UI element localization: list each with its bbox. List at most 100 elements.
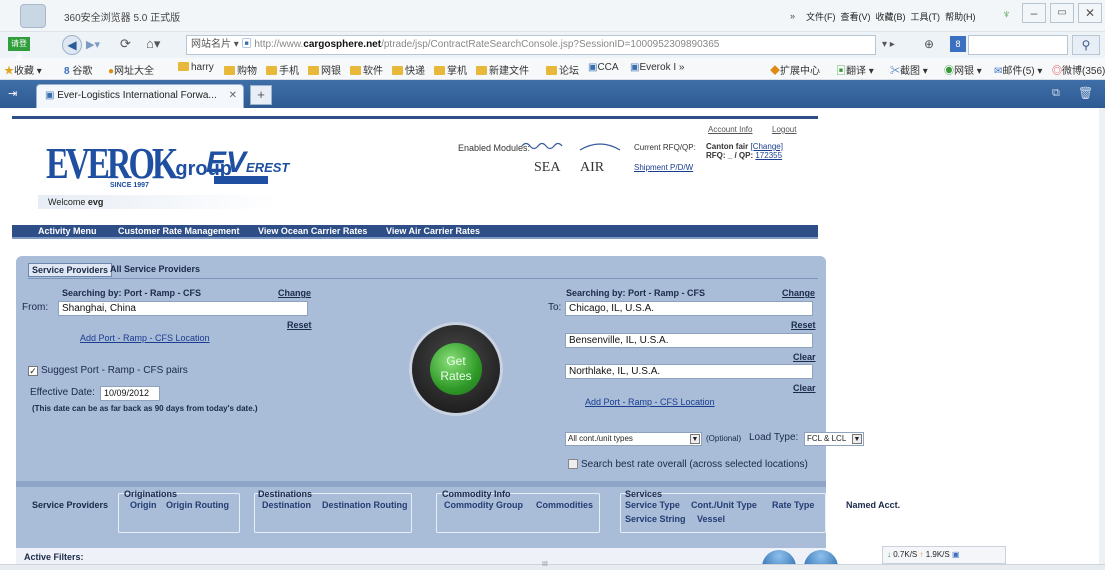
url-field[interactable]: 网站名片 ▾ ▣ http://www.cargosphere.net/ptra… [186,35,876,55]
home-icon[interactable]: ⌂▾ [146,36,160,52]
from-reset-link[interactable]: Reset [287,320,312,330]
filter-origin-routing[interactable]: Origin Routing [166,500,229,510]
everok-logo[interactable]: EVEROKgroup [46,140,232,188]
tab-service-providers[interactable]: Service Providers [28,263,113,277]
menu-more-icon[interactable]: » [790,11,795,21]
filter-service-providers[interactable]: Service Providers [32,500,108,510]
filter-origin[interactable]: Origin [130,500,157,510]
trash-icon[interactable]: 🗑 [1078,86,1093,100]
add-destination-location-link[interactable]: Add Port - Ramp - CFS Location [585,397,715,407]
add-origin-location-link[interactable]: Add Port - Ramp - CFS Location [80,333,210,343]
to-input-3[interactable]: Northlake, IL, U.S.A. [565,364,813,379]
translate-tool[interactable]: ▣翻译 ▾ [836,62,874,77]
minimize-button[interactable]: – [1022,3,1046,23]
tab-underline [28,278,818,279]
cont-type-select[interactable]: All cont./unit types ▼ [565,432,702,446]
filter-rate-type[interactable]: Rate Type [772,500,814,510]
screenshot-tool[interactable]: ✂截图 ▾ [890,62,928,77]
to-input-2[interactable]: Bensenville, IL, U.S.A. [565,333,813,348]
tab-close-icon[interactable]: ✕ [229,85,237,107]
folder-icon [434,66,445,75]
search-input[interactable] [968,35,1068,55]
fav-handheld[interactable]: 掌机 [434,62,467,77]
fav-newfile[interactable]: 新建文件 [476,62,529,77]
clear-link-3[interactable]: Clear [793,383,816,393]
back-button[interactable]: ◀ [62,35,82,55]
qp-link[interactable]: 172355 [755,151,782,160]
fav-bank[interactable]: 网银 [308,62,341,77]
menu-tools[interactable]: 工具(T) [911,12,941,22]
fav-harry[interactable]: harry [178,62,214,73]
filter-destination[interactable]: Destination [262,500,311,510]
fav-forum[interactable]: 论坛 [546,62,579,77]
load-type-select[interactable]: FCL & LCL ▼ [804,432,864,446]
rfq-change-link[interactable]: [Change] [750,142,782,151]
search-icon[interactable]: ⚲ [1072,35,1100,55]
close-button[interactable]: ✕ [1078,3,1102,23]
skin-icon[interactable]: ♆ [1002,7,1011,21]
extension-center[interactable]: ◆扩展中心 [770,62,820,77]
fav-everok[interactable]: ▣Everok I » [630,62,684,73]
best-rate-checkbox[interactable] [568,459,578,469]
weibo-tool[interactable]: ◎微博(356) [1052,62,1105,77]
nav-air-rates[interactable]: View Air Carrier Rates [386,226,480,236]
forward-button[interactable]: ▶▾ [86,38,100,51]
filter-commodity-group-item[interactable]: Commodity Group [444,500,523,510]
shield-icon[interactable]: ⊕ [924,37,934,51]
filter-destination-routing[interactable]: Destination Routing [322,500,408,510]
to-input-1[interactable]: Chicago, IL, U.S.A. [565,301,813,316]
restore-tabs-icon[interactable]: ⧉ [1052,87,1060,100]
nav-activity-menu[interactable]: Activity Menu [38,226,97,236]
fav-shopping[interactable]: 购物 [224,62,257,77]
filter-named-acct[interactable]: Named Acct. [846,500,900,510]
fav-portal[interactable]: ●网址大全 [108,62,154,77]
fav-cca[interactable]: ▣CCA [588,62,619,73]
refresh-icon[interactable]: ⟳ [120,36,131,52]
shipment-link[interactable]: Shipment P/D/W [634,163,693,172]
commodity-title: Commodity Info [442,489,511,499]
to-change-link[interactable]: Change [782,288,815,298]
menu-view[interactable]: 查看(V) [841,12,871,22]
fav-phone[interactable]: 手机 [266,62,299,77]
search-engine-icon[interactable]: 8 [950,36,966,52]
clear-link-2[interactable]: Clear [793,352,816,362]
site-card-label[interactable]: 网站名片 [191,39,231,50]
logout-link[interactable]: Logout [772,125,796,134]
suggest-checkbox[interactable]: ✓ [28,366,38,376]
to-reset-link[interactable]: Reset [791,320,816,330]
browser-tab[interactable]: ▣ Ever-Logistics International Forwa... … [36,84,244,108]
network-speed-widget[interactable]: ↓ 0.7K/S ↑ 1.9K/S ▣ [882,546,1006,564]
new-tab-button[interactable]: + [250,85,272,105]
nav-ocean-rates[interactable]: View Ocean Carrier Rates [258,226,367,236]
url-dropdown-icon[interactable]: ▾ ▸ [882,39,895,50]
login-button[interactable]: 请登录 [8,37,30,62]
account-info-link[interactable]: Account Info [708,125,752,134]
get-rates-button[interactable]: Get Rates [412,325,500,413]
bank-tool[interactable]: ◉网银 ▾ [944,62,982,77]
mail-tool[interactable]: ✉邮件(5) ▾ [994,62,1042,77]
filter-commodities[interactable]: Commodities [536,500,593,510]
module-air[interactable]: AIR [580,160,604,176]
sidebar-toggle-icon[interactable]: ⇥ [8,87,17,100]
filter-service-type[interactable]: Service Type [625,500,680,510]
filter-service-string[interactable]: Service String [625,514,686,524]
from-change-link[interactable]: Change [278,288,311,298]
fav-google[interactable]: 8 谷歌 [64,62,92,77]
sea-wave-icon [521,142,563,150]
module-sea[interactable]: SEA [534,160,560,176]
tab-all-providers[interactable]: All Service Providers [110,264,200,274]
avatar[interactable] [20,4,46,28]
filter-vessel[interactable]: Vessel [697,514,725,524]
fav-software[interactable]: 软件 [350,62,383,77]
effective-date-input[interactable]: 10/09/2012 [100,386,160,401]
restore-button[interactable]: ▭ [1050,3,1074,23]
menu-help[interactable]: 帮助(H) [945,12,976,22]
nav-customer-rate[interactable]: Customer Rate Management [118,226,240,236]
fav-express[interactable]: 快递 [392,62,425,77]
horizontal-scrollbar[interactable]: III [0,561,1105,570]
menu-file[interactable]: 文件(F) [806,12,836,22]
menu-favorites[interactable]: 收藏(B) [876,12,906,22]
filter-cont-unit-type[interactable]: Cont./Unit Type [691,500,757,510]
from-input[interactable]: Shanghai, China [58,301,308,316]
vertical-scrollbar[interactable] [1099,108,1105,564]
